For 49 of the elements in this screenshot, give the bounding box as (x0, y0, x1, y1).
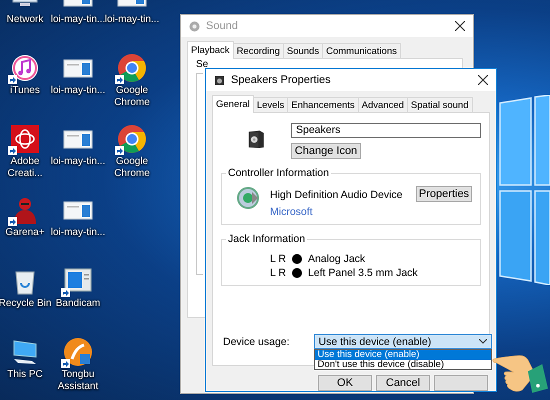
instruction-text: Se (196, 59, 210, 70)
close-icon[interactable] (478, 75, 488, 85)
desktop-icon-label[interactable]: This PC (7, 369, 43, 381)
desktop-icon-label[interactable]: Garena+ (5, 227, 45, 239)
vendor-link[interactable]: Microsoft (270, 206, 408, 218)
app-logo-icon (63, 337, 93, 367)
dropdown-option[interactable]: Don't use this device (disable) (314, 360, 491, 369)
channel-label: L R (270, 266, 286, 278)
desktop-icon-label[interactable]: Tongbu Assistant (48, 369, 108, 393)
speaker-icon (189, 20, 200, 32)
desktop-icon-label[interactable]: Bandicam (56, 298, 100, 310)
dialog-button[interactable]: Cancel (376, 375, 430, 391)
desktop-icon-label[interactable]: Network (6, 14, 44, 26)
group-heading: Jack Information (226, 233, 308, 245)
tab[interactable]: Recording (232, 43, 284, 58)
dialog-button[interactable]: OK (318, 375, 372, 391)
browser-logo-icon (117, 53, 147, 83)
device-name-field[interactable]: Speakers (291, 123, 481, 138)
swirl-logo-icon (10, 124, 40, 154)
desktop-icon-label[interactable]: loi-may-tin... (50, 156, 106, 168)
change-icon-button[interactable]: Change Icon (291, 143, 361, 159)
desktop-icon-label[interactable]: loi-may-tin... (50, 85, 106, 97)
device-usage-dropdown[interactable]: Use this device (enable) (314, 334, 492, 349)
speaker-icon (214, 74, 225, 86)
device-name: High Definition Audio Device (270, 189, 404, 201)
music-note-icon (10, 53, 40, 83)
desktop-icon-label[interactable]: iTunes (10, 85, 40, 97)
device-usage-label: Device usage: (223, 336, 290, 348)
window-title: Speakers Properties (231, 74, 332, 86)
desktop-icon-label[interactable]: loi-may-tin... (104, 14, 160, 26)
jack-dot-icon (292, 268, 302, 278)
dropdown-option[interactable]: Use this device (enable) (314, 350, 491, 360)
tab[interactable]: Spatial sound (406, 97, 472, 112)
tab[interactable]: General (212, 95, 254, 113)
window-title: Sound (206, 20, 239, 32)
desktop-icon-label[interactable]: loi-may-tin... (50, 227, 106, 239)
desktop-icon-label[interactable]: loi-may-tin... (50, 14, 106, 26)
audio-device-icon (236, 186, 262, 210)
channel-label: L R (270, 252, 286, 264)
jack-name: Left Panel 3.5 mm Jack (308, 266, 418, 278)
group-heading: Controller Information (226, 167, 331, 179)
close-icon[interactable] (455, 21, 465, 31)
properties-button[interactable]: Properties (416, 186, 472, 202)
jack-name: Analog Jack (308, 252, 366, 264)
jack-dot-icon (292, 254, 302, 264)
tab[interactable]: Communications (322, 43, 401, 58)
tab[interactable]: Playback (187, 41, 234, 59)
browser-logo-icon (117, 124, 147, 154)
chevron-down-icon (478, 339, 487, 344)
